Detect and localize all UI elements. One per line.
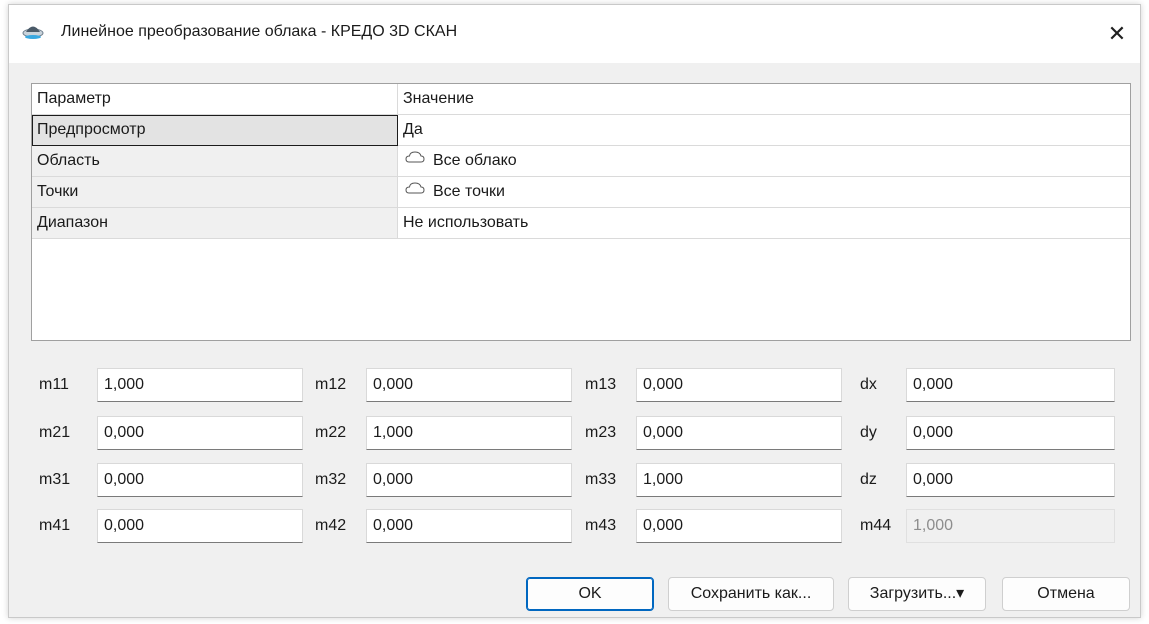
close-button[interactable]: ✕ [1094,5,1140,63]
field-m31[interactable]: 0,000 [97,463,303,497]
column-header-parameter: Параметр [32,84,398,115]
close-icon: ✕ [1107,21,1127,46]
cloud-icon [405,144,425,174]
property-name[interactable]: Предпросмотр [32,115,398,146]
field-m12[interactable]: 0,000 [366,368,572,402]
dialog-body: Параметр Значение Предпросмотр Да Област… [9,63,1140,617]
grid-header-row: Параметр Значение [32,84,1130,115]
field-dy[interactable]: 0,000 [906,416,1115,450]
field-m33[interactable]: 1,000 [636,463,842,497]
grid-row-range[interactable]: Диапазон Не использовать [32,208,1130,239]
label-m43: m43 [585,517,617,534]
label-m11: m11 [39,376,69,393]
label-dy: dy [860,424,877,441]
label-m33: m33 [585,471,617,488]
field-m41[interactable]: 0,000 [97,509,303,543]
dropdown-arrow-icon: ▾ [956,585,965,602]
property-grid: Параметр Значение Предпросмотр Да Област… [31,83,1131,341]
label-m42: m42 [315,517,347,534]
column-header-value: Значение [398,84,1130,115]
label-m41: m41 [39,517,71,534]
field-dx[interactable]: 0,000 [906,368,1115,402]
grid-row-preview[interactable]: Предпросмотр Да [32,115,1130,146]
dialog-window: Линейное преобразование облака - КРЕДО 3… [8,4,1141,618]
label-m21: m21 [39,424,71,441]
load-button-label: Загрузить... [869,585,957,602]
property-value[interactable]: Да [398,115,1130,146]
field-m22[interactable]: 1,000 [366,416,572,450]
label-m32: m32 [315,471,347,488]
label-m13: m13 [585,376,617,393]
cancel-button[interactable]: Отмена [1002,577,1130,611]
field-dz[interactable]: 0,000 [906,463,1115,497]
window-title: Линейное преобразование облака - КРЕДО 3… [61,23,458,40]
load-button[interactable]: Загрузить...▾ [848,577,986,611]
grid-row-area[interactable]: Область Все облако [32,146,1130,177]
field-m32[interactable]: 0,000 [366,463,572,497]
property-value: Все облако [433,152,517,170]
property-name[interactable]: Диапазон [32,208,398,239]
property-value: Все точки [433,183,505,201]
field-m23[interactable]: 0,000 [636,416,842,450]
label-m22: m22 [315,424,347,441]
field-m13[interactable]: 0,000 [636,368,842,402]
property-value-cell[interactable]: Все точки [398,177,1130,208]
title-bar: Линейное преобразование облака - КРЕДО 3… [9,5,1140,63]
property-value[interactable]: Не использовать [398,208,1130,239]
cloud-icon [405,175,425,205]
property-name[interactable]: Точки [32,177,398,208]
field-m44: 1,000 [906,509,1115,543]
label-m23: m23 [585,424,617,441]
field-m42[interactable]: 0,000 [366,509,572,543]
grid-row-points[interactable]: Точки Все точки [32,177,1130,208]
label-dz: dz [860,471,877,488]
ok-button[interactable]: OK [526,577,654,611]
field-m21[interactable]: 0,000 [97,416,303,450]
property-name[interactable]: Область [32,146,398,177]
save-as-button[interactable]: Сохранить как... [668,577,834,611]
property-value-cell[interactable]: Все облако [398,146,1130,177]
app-icon [22,19,44,41]
label-m44: m44 [860,517,892,534]
label-m31: m31 [39,471,71,488]
field-m43[interactable]: 0,000 [636,509,842,543]
field-m11[interactable]: 1,000 [97,368,303,402]
label-m12: m12 [315,376,347,393]
label-dx: dx [860,376,877,393]
